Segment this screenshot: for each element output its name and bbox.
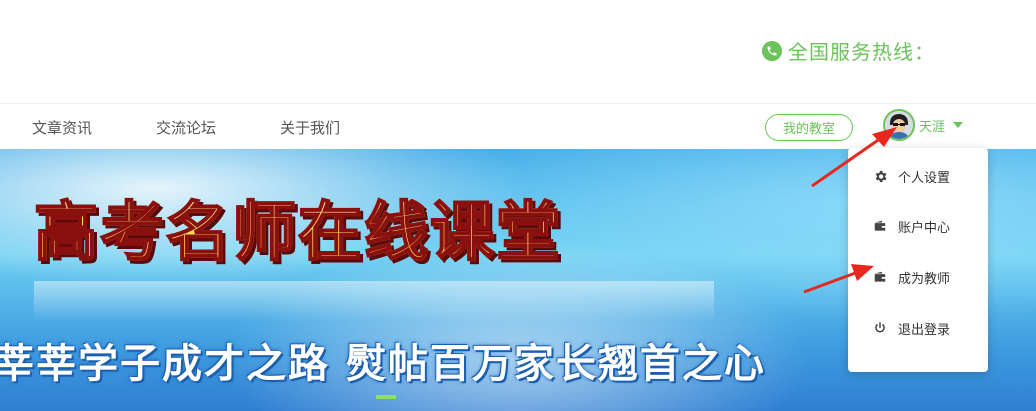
banner-title-reflection <box>34 281 714 321</box>
user-dropdown-menu: 个人设置 账户中心 成为教师 退出登录 <box>848 148 988 372</box>
top-header: 全国服务热线： <box>0 0 1036 103</box>
wallet-icon <box>872 218 888 234</box>
banner-title: 高考名师在线课堂 <box>33 181 562 273</box>
avatar[interactable] <box>883 109 915 141</box>
banner-subtitle: 莘莘学子成才之路 熨帖百万家长翘首之心 <box>0 340 766 387</box>
my-classroom-button[interactable]: 我的教室 <box>765 114 853 141</box>
hotline-label: 全国服务热线： <box>788 40 935 64</box>
page: 全国服务热线： 文章资讯 交流论坛 关于我们 我的教室 天涯 高考名师在线课堂 … <box>0 0 1036 411</box>
slide-indicator[interactable] <box>376 395 396 399</box>
menu-item-label: 个人设置 <box>898 170 951 186</box>
user-name: 天涯 <box>919 119 946 135</box>
gear-icon <box>872 168 888 184</box>
hotline: 全国服务热线： <box>762 36 935 65</box>
wallet-icon <box>872 269 888 285</box>
menu-item-logout[interactable]: 退出登录 <box>848 313 988 343</box>
menu-item-label: 账户中心 <box>898 220 951 236</box>
nav-item-articles[interactable]: 文章资讯 <box>32 117 92 138</box>
chevron-down-icon <box>953 122 964 128</box>
phone-icon <box>762 40 782 61</box>
main-nav: 文章资讯 交流论坛 关于我们 我的教室 天涯 <box>0 103 1036 149</box>
menu-item-settings[interactable]: 个人设置 <box>848 161 988 191</box>
menu-item-label: 成为教师 <box>898 271 951 287</box>
menu-item-become-teacher[interactable]: 成为教师 <box>848 262 988 292</box>
user-menu-toggle[interactable]: 天涯 <box>883 109 964 141</box>
nav-item-forum[interactable]: 交流论坛 <box>156 117 216 138</box>
menu-item-account[interactable]: 账户中心 <box>848 211 988 241</box>
menu-item-label: 退出登录 <box>898 322 951 338</box>
power-icon <box>872 320 888 336</box>
nav-item-about[interactable]: 关于我们 <box>280 117 340 138</box>
